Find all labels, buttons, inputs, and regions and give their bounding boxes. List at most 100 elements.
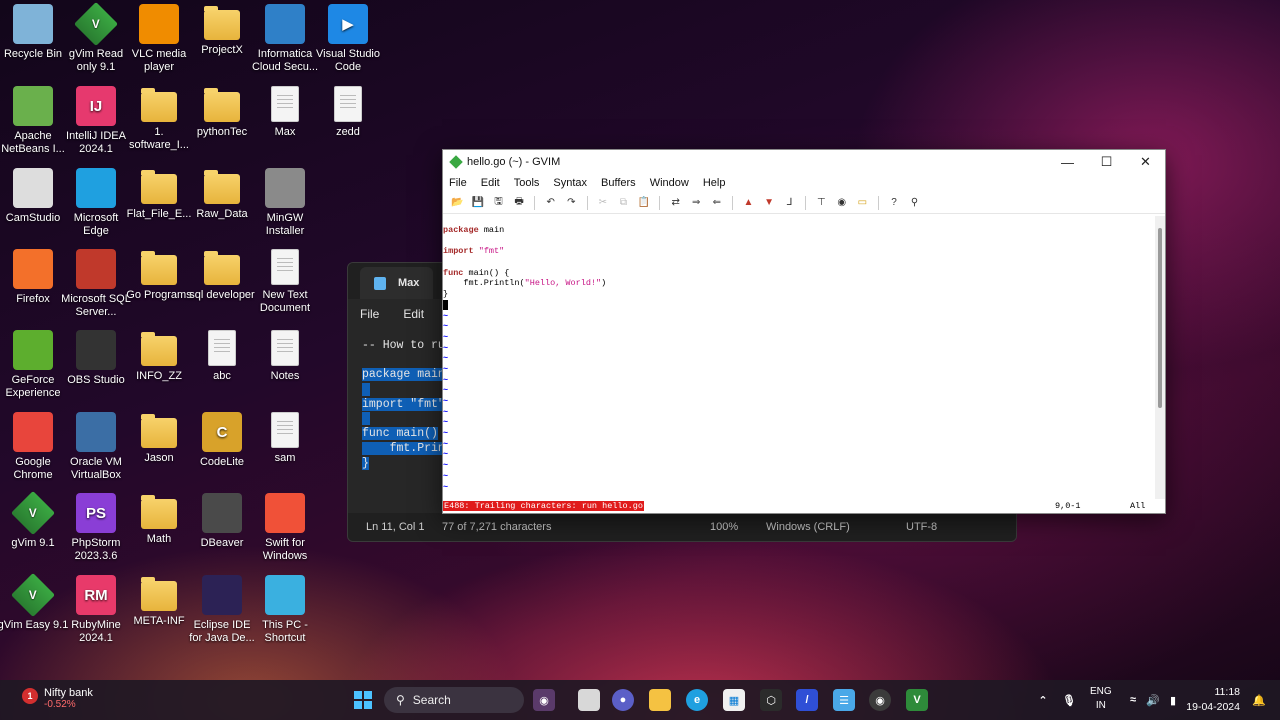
gvim-menu-tools[interactable]: Tools [514,177,540,189]
desktop-icon[interactable]: Microsoft SQL Server... [61,249,131,325]
desktop-icon[interactable]: New Text Document [252,249,318,325]
notepad-taskbar-icon[interactable]: ☰ [833,689,855,711]
desktop-icon[interactable]: RM RubyMine 2024.1 [63,575,129,651]
obs-taskbar-icon[interactable]: ◉ [869,689,891,711]
save-session-icon[interactable]: ▼ [761,195,777,211]
widgets-icon[interactable]: ◉ [533,689,555,711]
shell-icon[interactable]: ◉ [834,195,850,211]
desktop-icon[interactable]: DBeaver [189,493,255,569]
close-button[interactable]: ✕ [1126,150,1165,174]
replace-icon[interactable]: ⇄ [668,195,684,211]
desktop-icon[interactable]: sql developer [189,249,255,325]
desktop-icon[interactable]: Firefox [0,249,66,325]
desktop-icon[interactable]: C CodeLite [189,412,255,488]
scrollbar-thumb[interactable] [1158,228,1162,408]
desktop-icon[interactable]: abc [189,330,255,406]
save-all-icon[interactable]: 🖫 [490,195,506,211]
find-help-icon[interactable]: ⚲ [907,195,923,211]
desktop-icon[interactable]: PS PhpStorm 2023.3.6 [63,493,129,569]
file-explorer-icon[interactable] [649,689,671,711]
gvim-taskbar-icon[interactable]: V [906,689,928,711]
clock[interactable]: 11:18 19-04-2024 [1186,685,1240,715]
start-button[interactable] [352,689,374,711]
desktop-icon[interactable]: Microsoft Edge [63,168,129,244]
desktop-icon[interactable]: ProjectX [189,4,255,80]
notification-bell-icon[interactable]: 🔔 [1248,689,1270,711]
desktop-icon[interactable]: Informatica Cloud Secu... [252,4,318,80]
language-indicator[interactable]: ENG IN [1090,685,1112,713]
load-session-icon[interactable]: ▲ [740,195,756,211]
desktop-icon[interactable]: Math [126,493,192,569]
task-view-icon[interactable] [578,689,600,711]
wifi-icon[interactable]: ≈ [1122,689,1144,711]
save-icon[interactable]: 💾 [470,195,486,211]
desktop-icon[interactable]: INFO_ZZ [126,330,192,406]
gvim-command-line[interactable]: E488: Trailing characters: run hello.go … [443,499,1165,513]
gvim-titlebar[interactable]: hello.go (~) - GVIM — ☐ ✕ [443,150,1165,174]
desktop-icon[interactable]: OBS Studio [63,330,129,406]
battery-icon[interactable]: ▮ [1162,689,1184,711]
desktop-icon[interactable]: pythonTec [189,86,255,162]
store-icon[interactable]: ▦ [723,689,745,711]
desktop-icon[interactable]: ▶ Visual Studio Code [315,4,381,80]
desktop-icon[interactable]: VLC media player [126,4,192,80]
desktop-icon[interactable]: Recycle Bin [0,4,66,80]
microphone-icon[interactable]: 🎙 [1058,689,1080,711]
chevron-up-icon[interactable]: ⌃ [1032,689,1054,711]
gvim-menu-edit[interactable]: Edit [481,177,500,189]
notepad-menu-edit[interactable]: Edit [403,307,424,321]
desktop-icon[interactable]: Swift for Windows [252,493,318,569]
desktop-icon[interactable]: VgVim 9.1 [0,490,66,569]
desktop-icon[interactable]: META-INF [126,575,192,651]
make-icon[interactable]: ⊤ [813,195,829,211]
desktop-icon[interactable]: IJ IntelliJ IDEA 2024.1 [63,86,129,162]
find-next-icon[interactable]: ⇒ [688,195,704,211]
cube-icon[interactable]: ⬡ [760,689,782,711]
open-icon[interactable]: 📂 [449,195,465,211]
gvim-editor[interactable]: package main import "fmt" func main() { … [443,216,1155,499]
desktop-icon[interactable]: VgVim Easy 9.1 [0,572,68,651]
gvim-window[interactable]: hello.go (~) - GVIM — ☐ ✕ File Edit Tool… [442,149,1166,514]
desktop-icon[interactable]: Eclipse IDE for Java De... [189,575,255,651]
vs-icon[interactable]: / [796,689,818,711]
copy-icon[interactable]: ⧉ [615,195,631,211]
run-script-icon[interactable]: ⅃ [782,195,798,211]
desktop-icon[interactable]: CamStudio [0,168,66,244]
tags-icon[interactable]: ▭ [854,195,870,211]
redo-icon[interactable]: ↷ [563,195,579,211]
desktop-icon[interactable]: 1. software_I... [126,86,192,162]
desktop-icon[interactable]: Flat_File_E... [126,168,192,244]
desktop-icon[interactable]: VgVim Read only 9.1 [63,1,129,80]
volume-icon[interactable]: 🔊 [1142,689,1164,711]
desktop-icon[interactable]: sam [252,412,318,488]
maximize-button[interactable]: ☐ [1087,150,1126,174]
help-icon[interactable]: ? [886,195,902,211]
desktop-icon[interactable]: Notes [252,330,318,406]
gvim-menu-syntax[interactable]: Syntax [553,177,587,189]
desktop-icon[interactable]: This PC - Shortcut [252,575,318,651]
desktop-icon[interactable]: MinGW Installer [252,168,318,244]
gvim-menu-help[interactable]: Help [703,177,726,189]
desktop-icon[interactable]: Go Programs [126,249,192,325]
undo-icon[interactable]: ↶ [543,195,559,211]
notepad-tab[interactable]: Max [360,267,434,299]
edge-taskbar-icon[interactable]: e [686,689,708,711]
search-box[interactable]: ⚲ Search [384,687,524,713]
desktop-icon[interactable]: Jason [126,412,192,488]
find-prev-icon[interactable]: ⇐ [709,195,725,211]
print-icon[interactable]: 🖶 [511,195,527,211]
gvim-menu-file[interactable]: File [449,177,467,189]
desktop-icon[interactable]: zedd [315,86,381,162]
gvim-menu-buffers[interactable]: Buffers [601,177,636,189]
desktop-icon[interactable]: GeForce Experience [0,330,66,406]
desktop-icon[interactable]: Apache NetBeans I... [0,86,66,162]
gvim-scrollbar[interactable] [1155,216,1165,499]
desktop-icon[interactable]: Oracle VM VirtualBox [63,412,129,488]
paste-icon[interactable]: 📋 [636,195,652,211]
minimize-button[interactable]: — [1048,150,1087,174]
teams-icon[interactable]: ● [612,689,634,711]
desktop-icon[interactable]: Max [252,86,318,162]
notepad-menu-file[interactable]: File [360,307,379,321]
desktop-icon[interactable]: Raw_Data [189,168,255,244]
stock-widget[interactable]: 1 Nifty bank -0.52% [22,687,93,710]
